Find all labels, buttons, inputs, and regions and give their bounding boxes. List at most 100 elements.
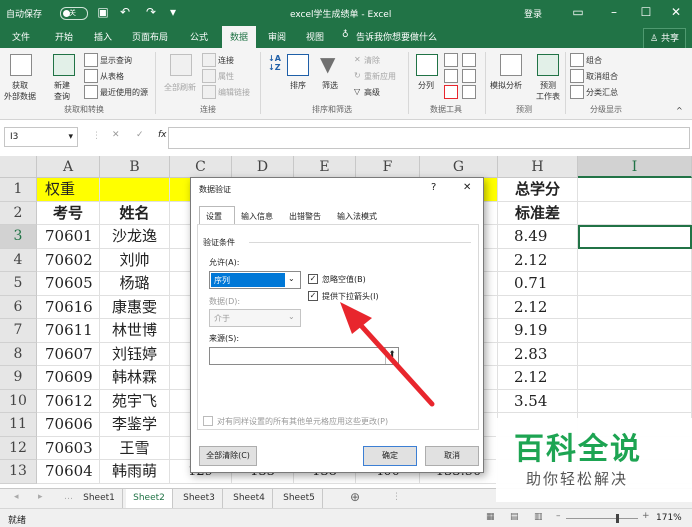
cell[interactable] (578, 319, 692, 343)
consolidate-icon[interactable] (462, 53, 476, 67)
cancel-entry-icon[interactable]: ✕ (112, 130, 120, 140)
more-sheets-icon[interactable]: … (64, 492, 73, 502)
cell-student-name[interactable]: 杨璐 (100, 272, 170, 296)
scroll-sheets-left-icon[interactable]: ◂ (14, 492, 19, 502)
column-header-f[interactable]: F (356, 156, 420, 178)
cell-stddev-value[interactable]: 2.12 (498, 248, 578, 272)
cell-student-id[interactable]: 70607 (37, 342, 100, 366)
relationships-icon[interactable] (462, 69, 476, 83)
row-header-10[interactable]: 10 (0, 389, 37, 413)
column-header-b[interactable]: B (100, 156, 170, 178)
get-external-data-button[interactable]: 获取 外部数据 (4, 80, 36, 102)
column-header-e[interactable]: E (294, 156, 356, 178)
column-header-h[interactable]: H (498, 156, 578, 178)
row-header-2[interactable]: 2 (0, 201, 37, 225)
cell-student-name[interactable]: 刘钰婷 (100, 342, 170, 366)
cell-student-id[interactable]: 70609 (37, 366, 100, 390)
row-header-12[interactable]: 12 (0, 436, 37, 460)
remove-duplicates-icon[interactable] (444, 69, 458, 83)
cell-student-name[interactable]: 苑宇飞 (100, 389, 170, 413)
zoom-slider-thumb[interactable] (616, 514, 619, 523)
cell-student-id[interactable]: 70605 (37, 272, 100, 296)
refresh-all-button[interactable]: 全部刷新 (164, 82, 196, 93)
tab-formulas[interactable]: 公式 (190, 30, 208, 43)
cell-stddev-value[interactable]: 2.12 (498, 295, 578, 319)
close-window-icon[interactable]: ✕ (668, 4, 684, 20)
insert-function-button[interactable]: fx (158, 130, 167, 140)
cell-student-id[interactable]: 70603 (37, 436, 100, 460)
sort-button[interactable]: 排序 (290, 80, 306, 91)
cell-student-id[interactable]: 70612 (37, 389, 100, 413)
redo-icon[interactable]: ↷ (143, 4, 159, 20)
normal-view-icon[interactable]: ▦ (486, 512, 495, 522)
cell[interactable] (578, 389, 692, 413)
reapply-button[interactable]: 重新应用 (364, 71, 396, 82)
show-queries-button[interactable]: 显示查询 (100, 55, 132, 66)
edit-links-button[interactable]: 编辑链接 (218, 87, 250, 98)
cell-header-name[interactable]: 姓名 (100, 201, 170, 225)
tab-home[interactable]: 开始 (55, 30, 73, 43)
customize-qat-icon[interactable]: ▾ (165, 4, 181, 20)
tab-ime-mode[interactable]: 输入法模式 (337, 211, 377, 222)
cell-header-stddev[interactable]: 标准差 (498, 201, 578, 225)
tab-input-message[interactable]: 输入信息 (241, 211, 273, 222)
cell-student-id[interactable]: 70606 (37, 413, 100, 437)
sheet-tab-sheet4[interactable]: Sheet4 (226, 489, 273, 508)
page-layout-view-icon[interactable]: ▤ (510, 512, 519, 522)
splitter-icon[interactable]: ⋮ (392, 492, 401, 502)
ribbon-options-icon[interactable]: ▭ (570, 4, 586, 20)
what-if-button[interactable]: 模拟分析 (490, 80, 522, 91)
row-header-9[interactable]: 9 (0, 366, 37, 390)
zoom-out-icon[interactable]: – (556, 511, 561, 521)
from-table-button[interactable]: 从表格 (100, 71, 124, 82)
tell-me-search[interactable]: 告诉我你想要做什么 (356, 30, 437, 43)
row-header-5[interactable]: 5 (0, 272, 37, 296)
cell-student-name[interactable]: 沙龙逸 (100, 225, 170, 249)
properties-button[interactable]: 属性 (218, 71, 234, 82)
cell[interactable] (100, 178, 170, 202)
cell-student-name[interactable]: 林世博 (100, 319, 170, 343)
tab-page-layout[interactable]: 页面布局 (132, 30, 168, 43)
advanced-button[interactable]: 高级 (364, 87, 380, 98)
tab-settings[interactable]: 设置 (199, 206, 235, 225)
row-header-11[interactable]: 11 (0, 413, 37, 437)
cell-student-id[interactable]: 70616 (37, 295, 100, 319)
name-box[interactable]: I3 ▾ (4, 127, 78, 147)
group-button[interactable]: 组合 (586, 55, 602, 66)
manage-data-model-icon[interactable] (462, 85, 476, 99)
cell[interactable] (578, 272, 692, 296)
clear-all-button[interactable]: 全部清除(C) (199, 446, 257, 466)
cell-stddev-value[interactable]: 8.49 (498, 225, 578, 249)
row-header-13[interactable]: 13 (0, 460, 37, 484)
maximize-icon[interactable]: ☐ (638, 4, 654, 20)
column-header-a[interactable]: A (37, 156, 100, 178)
cell-stddev-value[interactable]: 0.71 (498, 272, 578, 296)
cell-stddev-value[interactable]: 2.83 (498, 342, 578, 366)
subtotal-button[interactable]: 分类汇总 (586, 87, 618, 98)
zoom-level[interactable]: 171% (656, 513, 682, 523)
dialog-close-button[interactable]: ✕ (463, 182, 471, 193)
sheet-tab-sheet5[interactable]: Sheet5 (276, 489, 323, 508)
minimize-icon[interactable]: – (606, 4, 622, 20)
row-header-7[interactable]: 7 (0, 319, 37, 343)
forecast-sheet-button[interactable]: 预测 工作表 (536, 80, 560, 102)
tab-file[interactable]: 文件 (12, 30, 30, 43)
tab-data[interactable]: 数据 (222, 26, 257, 48)
cell[interactable] (578, 295, 692, 319)
column-header-c[interactable]: C (170, 156, 232, 178)
row-header-4[interactable]: 4 (0, 248, 37, 272)
source-input[interactable] (209, 347, 399, 365)
cell-stddev-value[interactable]: 9.19 (498, 319, 578, 343)
cell-i3-selected[interactable] (578, 225, 692, 249)
login-link[interactable]: 登录 (524, 7, 542, 20)
cell-h1-total-credits[interactable]: 总学分 (498, 178, 578, 202)
cell-student-name[interactable]: 韩林霖 (100, 366, 170, 390)
connections-button[interactable]: 连接 (218, 55, 234, 66)
cell-stddev-value[interactable]: 2.12 (498, 366, 578, 390)
allow-select[interactable]: 序列 ⌄ (209, 271, 301, 289)
ok-button[interactable]: 确定 (363, 446, 417, 466)
cell-student-name[interactable]: 李鉴学 (100, 413, 170, 437)
sort-az-icon[interactable]: ↓A ↓Z (268, 54, 281, 72)
formula-input[interactable] (168, 127, 690, 149)
cell-student-name[interactable]: 王雪 (100, 436, 170, 460)
